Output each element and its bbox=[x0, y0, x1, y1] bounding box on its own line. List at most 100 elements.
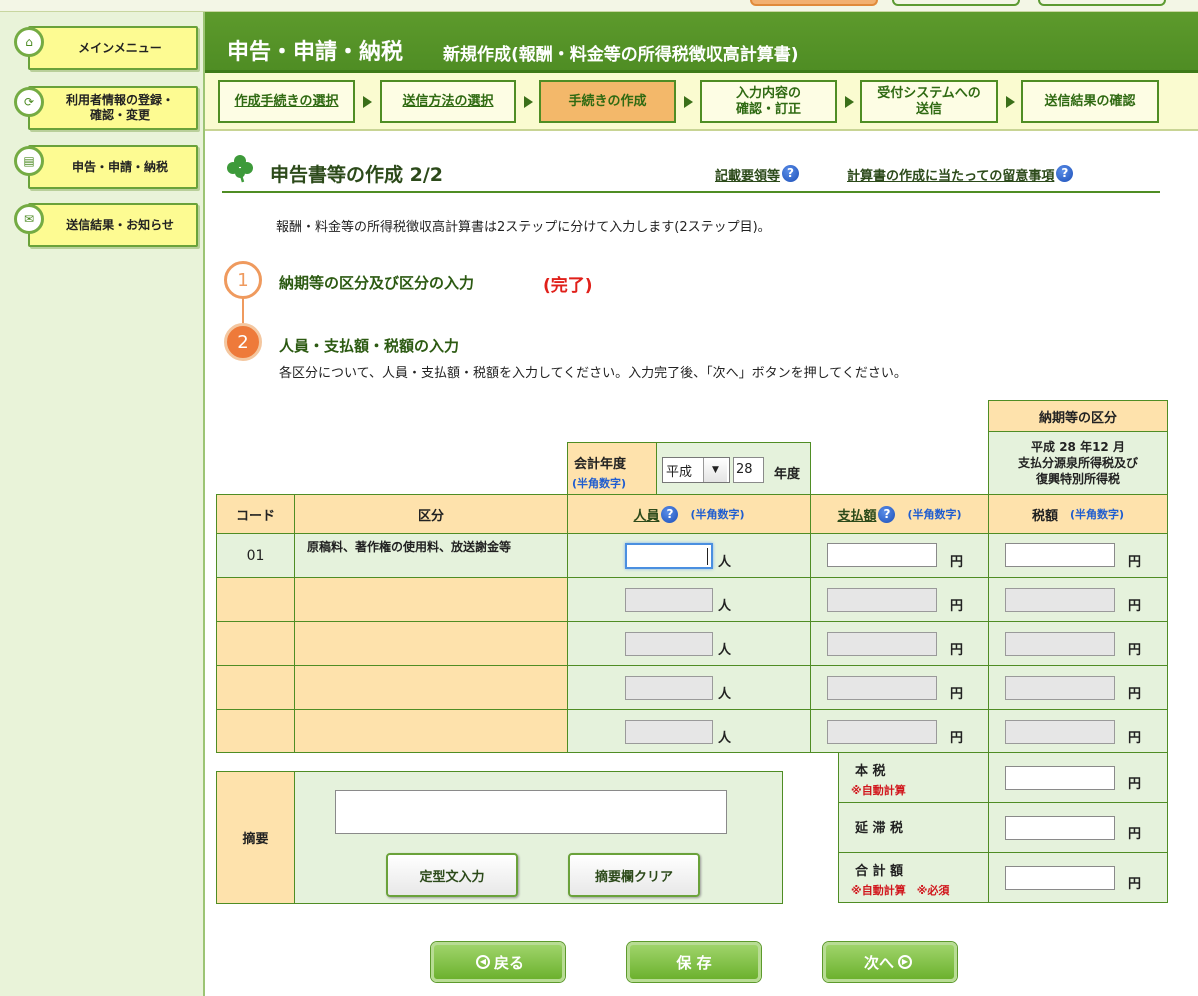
top-tab-button[interactable] bbox=[892, 0, 1020, 6]
row-category bbox=[294, 665, 568, 710]
unit-yen: 円 bbox=[1128, 827, 1142, 842]
top-tab-button[interactable] bbox=[750, 0, 878, 6]
help-icon[interactable]: ? bbox=[782, 165, 800, 182]
save-button[interactable]: 保 存 bbox=[627, 942, 761, 982]
step-label: 送信方法の選択 bbox=[402, 93, 494, 109]
back-button[interactable]: ◀ 戻る bbox=[431, 942, 565, 982]
next-label: 次へ bbox=[863, 953, 894, 972]
sidebar-item-filing[interactable]: ▤ 申告・申請・納税 bbox=[14, 145, 198, 189]
step-select-method[interactable]: 送信方法の選択 bbox=[380, 80, 516, 123]
sidebar-item-label: メインメニュー bbox=[28, 26, 198, 70]
col-category-header: 区分 bbox=[294, 494, 568, 534]
period-header: 納期等の区分 bbox=[988, 400, 1168, 432]
row-code bbox=[216, 621, 295, 666]
step-number-2: 2 bbox=[224, 323, 262, 361]
step-arrow-icon bbox=[363, 96, 372, 108]
notes-link-text: 計算書の作成に当たっての留意事項 bbox=[847, 169, 1055, 184]
header-title: 申告・申請・納税 bbox=[227, 40, 404, 65]
document-icon: ▤ bbox=[14, 146, 44, 176]
unit-person: 人 bbox=[718, 643, 732, 658]
step2-label: 人員・支払額・税額の入力 bbox=[279, 337, 460, 355]
sidebar-item-results[interactable]: ✉ 送信結果・お知らせ bbox=[14, 203, 198, 247]
template-text-button[interactable]: 定型文入力 bbox=[386, 853, 518, 897]
era-select-value: 平成 bbox=[666, 464, 693, 480]
save-label: 保 存 bbox=[676, 953, 712, 972]
late-tax-input[interactable] bbox=[1005, 816, 1115, 840]
guide-link[interactable]: 記載要領等? bbox=[715, 165, 800, 184]
step-connector bbox=[242, 298, 244, 325]
step-arrow-icon bbox=[1006, 96, 1015, 108]
help-icon[interactable]: ? bbox=[661, 505, 679, 523]
row1-persons-input[interactable] bbox=[625, 543, 713, 569]
row5-payment-input bbox=[827, 720, 937, 744]
row1-code: 01 bbox=[216, 533, 295, 578]
halfwidth-note: (半角数字) bbox=[690, 508, 745, 521]
payment-link[interactable]: 支払額 bbox=[837, 505, 876, 524]
step-result: 送信結果の確認 bbox=[1021, 80, 1159, 123]
total-label: 合 計 額 bbox=[855, 864, 904, 879]
refresh-icon: ⟳ bbox=[14, 87, 44, 117]
chevron-down-icon[interactable]: ▼ bbox=[703, 458, 727, 482]
help-icon[interactable]: ? bbox=[1056, 165, 1074, 182]
row3-persons-input bbox=[625, 632, 713, 656]
notes-link[interactable]: 計算書の作成に当たっての留意事項? bbox=[847, 165, 1074, 184]
fiscal-year-note: (半角数字) bbox=[572, 477, 627, 490]
fiscal-year-label-cell: 会計年度 (半角数字) bbox=[567, 442, 657, 495]
late-tax-label: 延 滞 税 bbox=[855, 821, 904, 836]
intro-text: 報酬・料金等の所得税徴収高計算書は2ステップに分けて入力します(2ステップ目)。 bbox=[276, 220, 771, 235]
unit-yen: 円 bbox=[950, 555, 964, 570]
step-select-procedure[interactable]: 作成手続きの選択 bbox=[218, 80, 355, 123]
unit-person: 人 bbox=[718, 555, 732, 570]
home-icon: ⌂ bbox=[14, 27, 44, 57]
fiscal-year-input[interactable]: 28 bbox=[733, 457, 764, 483]
row1-tax-input[interactable] bbox=[1005, 543, 1115, 567]
sidebar-item-label: 利用者情報の登録・ 確認・変更 bbox=[28, 86, 198, 130]
step-label: 送信結果の確認 bbox=[1044, 93, 1136, 109]
step-label: 作成手続きの選択 bbox=[234, 93, 339, 109]
row-category bbox=[294, 577, 568, 622]
unit-person: 人 bbox=[718, 731, 732, 746]
row-category bbox=[294, 621, 568, 666]
late-tax-label-cell: 延 滞 税 bbox=[838, 802, 989, 853]
main-tax-label: 本 税 bbox=[855, 764, 886, 779]
row5-tax-input bbox=[1005, 720, 1115, 744]
next-button[interactable]: 次へ ▶ bbox=[823, 942, 957, 982]
era-select[interactable]: 平成 ▼ bbox=[662, 457, 730, 483]
period-value: 平成 28 年12 月 支払分源泉所得税及び 復興特別所得税 bbox=[988, 431, 1168, 495]
unit-yen: 円 bbox=[1128, 731, 1142, 746]
fiscal-year-suffix: 年度 bbox=[774, 467, 801, 482]
main-tax-label-cell: 本 税 ※自動計算 bbox=[838, 752, 989, 803]
row3-tax-input bbox=[1005, 632, 1115, 656]
fiscal-year-label: 会計年度 bbox=[574, 457, 627, 472]
mail-icon: ✉ bbox=[14, 204, 44, 234]
sidebar-item-label: 申告・申請・納税 bbox=[28, 145, 198, 189]
halfwidth-note: (半角数字) bbox=[1069, 508, 1125, 521]
row5-persons-input bbox=[625, 720, 713, 744]
total-input[interactable] bbox=[1005, 866, 1115, 890]
persons-link[interactable]: 人員 bbox=[633, 505, 659, 524]
arrow-right-icon: ▶ bbox=[898, 955, 912, 969]
unit-person: 人 bbox=[718, 599, 732, 614]
step1-status: (完了) bbox=[543, 276, 593, 296]
row-category bbox=[294, 709, 568, 753]
unit-yen: 円 bbox=[1128, 777, 1142, 792]
row1-payment-input[interactable] bbox=[827, 543, 937, 567]
row4-payment-input bbox=[827, 676, 937, 700]
clear-summary-button[interactable]: 摘要欄クリア bbox=[568, 853, 700, 897]
unit-yen: 円 bbox=[950, 599, 964, 614]
row1-category: 原稿料、著作権の使用料、放送謝金等 bbox=[294, 533, 568, 578]
halfwidth-note: (半角数字) bbox=[907, 508, 962, 521]
sidebar-item-user-info[interactable]: ⟳ 利用者情報の登録・ 確認・変更 bbox=[14, 86, 198, 130]
step-label: 手続きの作成 bbox=[568, 93, 647, 109]
clover-icon bbox=[227, 155, 253, 183]
sidebar-item-main-menu[interactable]: ⌂ メインメニュー bbox=[14, 26, 198, 70]
summary-textarea[interactable] bbox=[335, 790, 727, 834]
step2-description: 各区分について、人員・支払額・税額を入力してください。入力完了後、「次へ」ボタン… bbox=[279, 366, 907, 381]
unit-yen: 円 bbox=[950, 687, 964, 702]
main-tax-input[interactable] bbox=[1005, 766, 1115, 790]
help-icon[interactable]: ? bbox=[878, 505, 896, 523]
top-tab-button[interactable] bbox=[1038, 0, 1166, 6]
row3-payment-input bbox=[827, 632, 937, 656]
step-label: 入力内容の 確認・訂正 bbox=[735, 85, 801, 117]
header-subtitle: 新規作成(報酬・料金等の所得税徴収高計算書) bbox=[443, 45, 799, 65]
